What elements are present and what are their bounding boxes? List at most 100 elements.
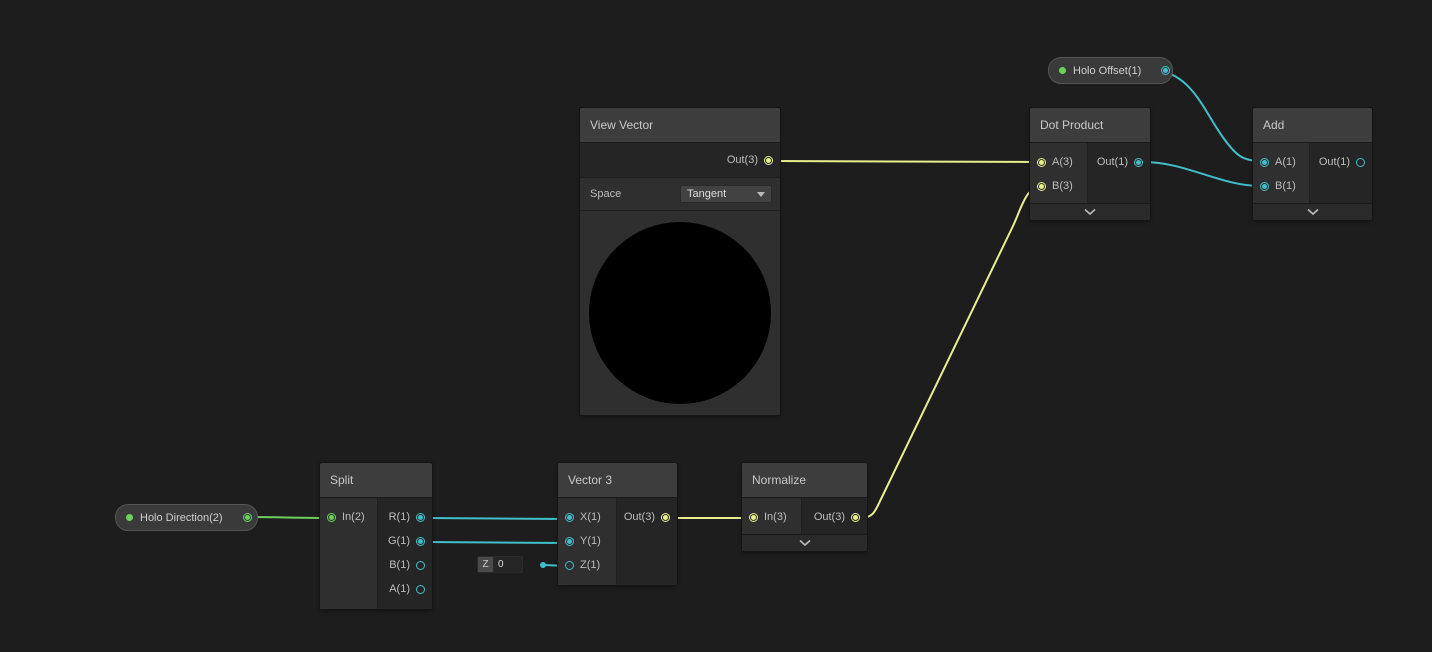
property-node-holo-direction[interactable]: Holo Direction(2) [115,504,258,531]
edge-normalize-to-dotproduct-b[interactable] [860,187,1040,518]
port-label: X(1) [580,511,601,523]
node-title: Add [1263,118,1284,132]
edge-split-r-to-vector3-x[interactable] [424,518,566,519]
preview-sphere [589,222,771,404]
node-title-bar[interactable]: Vector 3 [558,463,677,498]
edge-dotproduct-to-add-b[interactable] [1144,162,1261,186]
node-title: Normalize [752,473,806,487]
z-field-label: Z [477,556,493,573]
input-row-x: X(1) [558,505,616,529]
port-label: A(1) [1275,156,1296,168]
collapse-toggle[interactable] [1253,203,1372,220]
split-a-port[interactable] [416,585,425,594]
output-row-a: A(1) [378,577,432,601]
space-row: Space Tangent [580,178,780,211]
input-row-in: In(3) [742,505,801,529]
node-title: Dot Product [1040,118,1103,132]
node-preview [580,211,780,415]
output-row: Out(3) [802,505,867,529]
dot-product-a-port[interactable] [1037,158,1046,167]
port-label: A(1) [389,583,410,595]
input-row-in: In(2) [320,505,377,529]
port-label: Z(1) [580,559,600,571]
collapse-chevron-icon [1306,208,1320,216]
split-b-port[interactable] [416,561,425,570]
space-dropdown[interactable]: Tangent [680,185,772,203]
port-label: B(1) [389,559,410,571]
output-row-g: G(1) [378,529,432,553]
vector3-x-port[interactable] [565,513,574,522]
port-label: G(1) [388,535,410,547]
normalize-out-port[interactable] [851,513,860,522]
z-value-input[interactable] [493,556,523,573]
port-label: Out(3) [814,511,845,523]
split-in-port[interactable] [327,513,336,522]
port-label: Out(1) [1097,156,1128,168]
node-title: Split [330,473,353,487]
port-label: B(1) [1275,180,1296,192]
node-split[interactable]: Split In(2) R(1) G(1) B(1) A(1) [320,463,432,609]
node-title-bar[interactable]: Dot Product [1030,108,1150,143]
output-row: Out(1) [1088,150,1150,174]
view-vector-out-port[interactable] [764,156,773,165]
node-title: Vector 3 [568,473,612,487]
collapse-chevron-icon [1083,208,1097,216]
add-out-port[interactable] [1356,158,1365,167]
dropdown-arrow-icon [757,192,765,197]
node-view-vector[interactable]: View Vector Out(3) Space Tangent [580,108,780,415]
property-node-holo-offset[interactable]: Holo Offset(1) [1048,57,1173,84]
add-b-port[interactable] [1260,182,1269,191]
dot-product-b-port[interactable] [1037,182,1046,191]
node-title-bar[interactable]: View Vector [580,108,780,143]
input-row-b: B(1) [1253,174,1309,198]
output-row-r: R(1) [378,505,432,529]
port-label: Out(3) [624,511,655,523]
port-label: Out(3) [727,154,758,166]
collapse-toggle[interactable] [742,534,867,551]
dot-product-out-port[interactable] [1134,158,1143,167]
normalize-in-port[interactable] [749,513,758,522]
property-label: Holo Direction(2) [140,512,223,524]
node-dot-product[interactable]: Dot Product A(3) B(3) Out(1) [1030,108,1150,220]
node-title: View Vector [590,118,653,132]
output-row: Out(3) [580,143,780,178]
z-stub-connector-dot [540,562,546,568]
vector3-out-port[interactable] [661,513,670,522]
node-title-bar[interactable]: Add [1253,108,1372,143]
holo-offset-output-port[interactable] [1161,66,1170,75]
node-normalize[interactable]: Normalize In(3) Out(3) [742,463,867,551]
input-row-z: Z(1) [558,553,616,577]
collapse-toggle[interactable] [1030,203,1150,220]
edge-holooffset-to-add-a[interactable] [1160,71,1261,161]
vector3-y-port[interactable] [565,537,574,546]
output-row-b: B(1) [378,553,432,577]
port-label: In(2) [342,511,365,523]
vector3-z-default-widget: Z [477,556,523,573]
property-label: Holo Offset(1) [1073,65,1141,77]
split-g-port[interactable] [416,537,425,546]
node-title-bar[interactable]: Split [320,463,432,498]
holo-direction-output-port[interactable] [243,513,252,522]
port-label: In(3) [764,511,787,523]
node-title-bar[interactable]: Normalize [742,463,867,498]
input-row-a: A(3) [1030,150,1087,174]
port-label: R(1) [389,511,410,523]
split-r-port[interactable] [416,513,425,522]
port-label: Out(1) [1319,156,1350,168]
node-add[interactable]: Add A(1) B(1) Out(1) [1253,108,1372,220]
output-row: Out(1) [1310,150,1372,174]
exposed-property-dot [1059,67,1066,74]
input-row-y: Y(1) [558,529,616,553]
port-label: Y(1) [580,535,601,547]
exposed-property-dot [126,514,133,521]
edge-split-g-to-vector3-y[interactable] [424,542,566,543]
space-label: Space [590,188,621,200]
add-a-port[interactable] [1260,158,1269,167]
input-row-a: A(1) [1253,150,1309,174]
port-label: B(3) [1052,180,1073,192]
edge-viewvector-to-dotproduct-a[interactable] [773,161,1038,162]
node-vector3[interactable]: Vector 3 X(1) Y(1) Z(1) Out(3) [558,463,677,585]
output-row: Out(3) [617,505,677,529]
vector3-z-port[interactable] [565,561,574,570]
collapse-chevron-icon [798,539,812,547]
